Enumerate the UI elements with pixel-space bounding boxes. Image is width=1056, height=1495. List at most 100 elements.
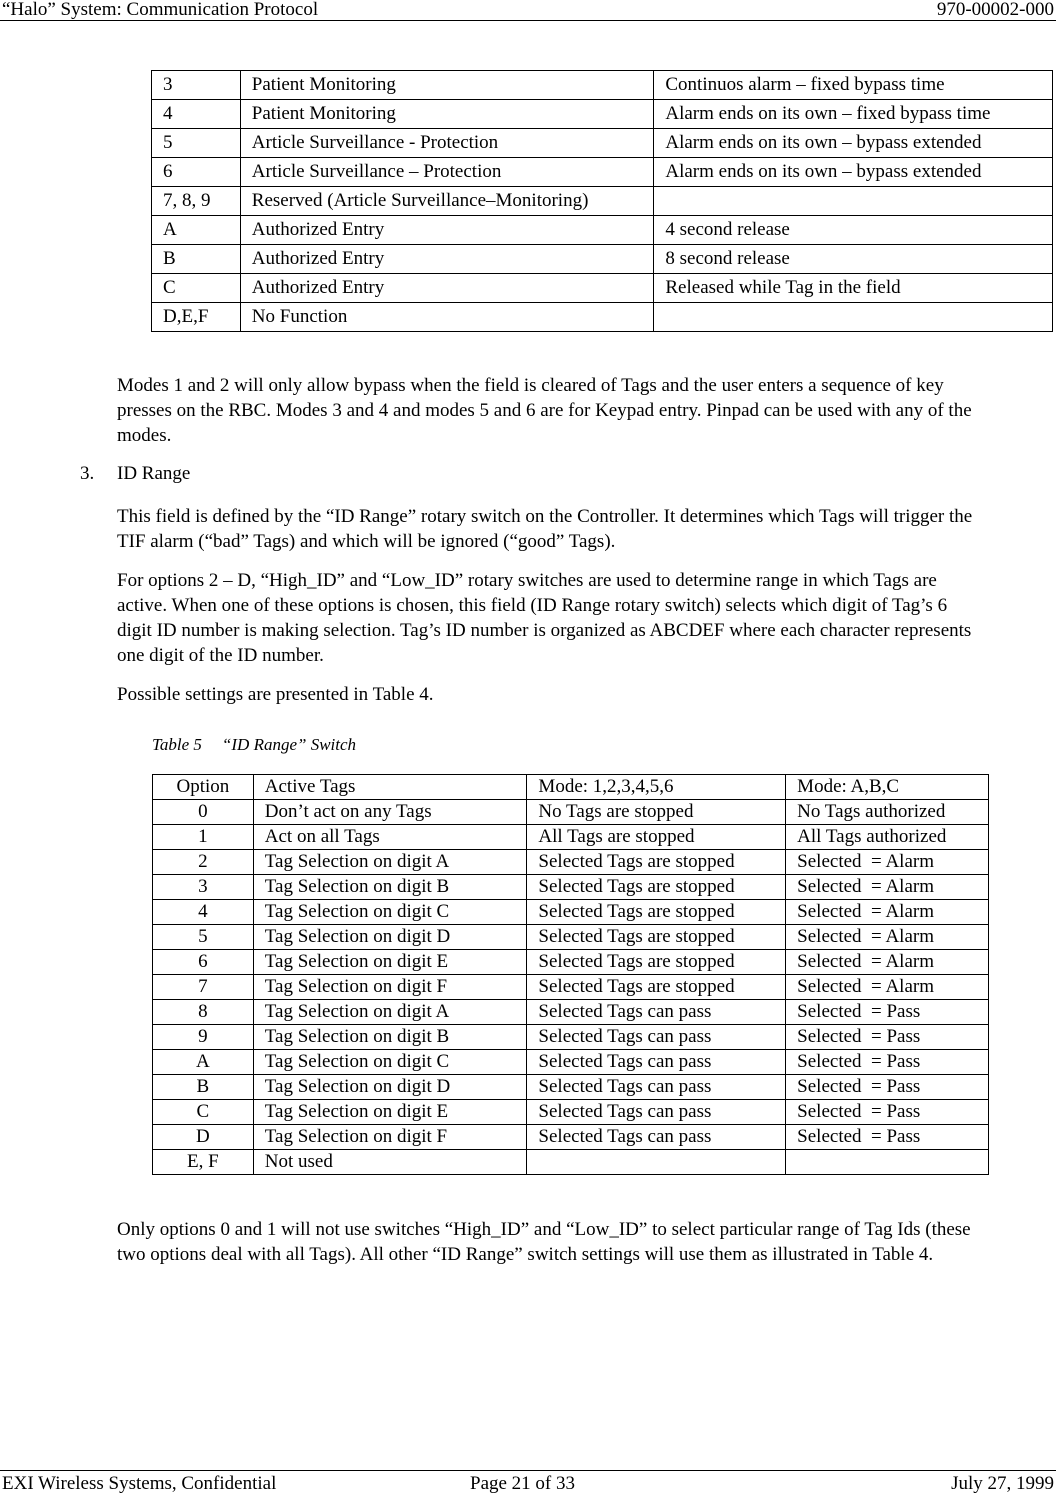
mode-alpha-cell: Selected = Pass — [785, 1024, 989, 1050]
table-row: 5 Tag Selection on digit D Selected Tags a… — [152, 924, 989, 950]
mode-description-cell: 4 second release — [653, 215, 1053, 245]
mode-numeric-cell: Selected Tags are stopped — [526, 924, 787, 950]
mode-alpha-cell: Selected = Pass — [785, 1099, 989, 1125]
active-tags-cell: Tag Selection on digit E — [252, 949, 528, 975]
footer-date: July 27, 1999 — [951, 1473, 1054, 1494]
mode-code-cell: 4 — [151, 99, 241, 129]
active-tags-cell: Not used — [252, 1149, 528, 1175]
mode-numeric-cell: Selected Tags are stopped — [526, 874, 787, 900]
header-title: “Halo” System: Communication Protocol — [2, 0, 319, 20]
table-header-row: Option Active Tags Mode: 1,2,3,4,5,6 Mod… — [152, 774, 989, 800]
mode-code-cell: C — [151, 273, 241, 303]
mode-alpha-cell: All Tags authorized — [785, 824, 989, 850]
table-row: D,E,F No Function — [151, 302, 1053, 332]
mode-function-cell: Patient Monitoring — [239, 70, 655, 100]
mode-function-cell: No Function — [239, 302, 655, 332]
mode-alpha-cell: Selected = Alarm — [785, 899, 989, 925]
mode-description-cell: Alarm ends on its own – bypass extended — [653, 128, 1053, 158]
option-cell: 6 — [152, 949, 254, 975]
mode-description-cell: Released while Tag in the field — [653, 273, 1053, 303]
active-tags-cell: Tag Selection on digit E — [252, 1099, 528, 1125]
table-row: 8 Tag Selection on digit A Selected Tags c… — [152, 999, 989, 1025]
mode-code-cell: 7, 8, 9 — [151, 186, 241, 216]
mode-alpha-cell: Selected = Alarm — [785, 974, 989, 1000]
header-active-tags: Active Tags — [252, 774, 528, 800]
option-cell: 3 — [152, 874, 254, 900]
active-tags-cell: Tag Selection on digit D — [252, 1074, 528, 1100]
active-tags-cell: Tag Selection on digit C — [252, 1049, 528, 1075]
table-caption-label: Table 5 — [152, 735, 202, 754]
table-caption: Table 5 “ID Range” Switch — [152, 735, 356, 755]
mode-function-cell: Authorized Entry — [239, 215, 655, 245]
option-cell: 7 — [152, 974, 254, 1000]
table-row: 3 Patient Monitoring Continuos alarm – fix… — [151, 70, 1053, 100]
mode-numeric-cell: Selected Tags can pass — [526, 1049, 787, 1075]
mode-code-cell: 3 — [151, 70, 241, 100]
mode-alpha-cell — [785, 1149, 989, 1175]
footer-company: EXI Wireless Systems, Confidential — [2, 1473, 277, 1494]
closing-note-paragraph: Only options 0 and 1 will not use switch… — [117, 1219, 971, 1265]
table-row: 3 Tag Selection on digit B Selected Tags a… — [152, 874, 989, 900]
mode-code-cell: 6 — [151, 157, 241, 187]
mode-numeric-cell: Selected Tags can pass — [526, 1124, 787, 1150]
table-caption-title: “ID Range” Switch — [221, 735, 357, 754]
active-tags-cell: Tag Selection on digit A — [252, 849, 528, 875]
table-row: 0 Don’t act on any Tags No Tags are stoppe… — [152, 799, 989, 825]
id-range-intro-paragraph: This field is defined by the “ID Range” … — [117, 506, 973, 552]
mode-alpha-cell: Selected = Alarm — [785, 849, 989, 875]
modes-note-paragraph: Modes 1 and 2 will only allow bypass whe… — [117, 375, 972, 446]
table-row: E, F Not used — [152, 1149, 989, 1175]
header-divider — [0, 20, 1056, 21]
mode-alpha-cell: Selected = Pass — [785, 1049, 989, 1075]
active-tags-cell: Don’t act on any Tags — [252, 799, 528, 825]
mode-numeric-cell: Selected Tags are stopped — [526, 949, 787, 975]
table-row: C Authorized Entry Released while Tag in t… — [151, 273, 1053, 303]
option-cell: 8 — [152, 999, 254, 1025]
option-cell: 4 — [152, 899, 254, 925]
active-tags-cell: Tag Selection on digit B — [252, 874, 528, 900]
table-row: 4 Tag Selection on digit C Selected Tags a… — [152, 899, 989, 925]
table-row: D Tag Selection on digit F Selected Tags c… — [152, 1124, 989, 1150]
mode-numeric-cell — [526, 1149, 787, 1175]
table-row: 5 Article Surveillance - Protection Alarm … — [151, 128, 1053, 158]
option-cell: C — [152, 1099, 254, 1125]
mode-description-cell — [653, 302, 1053, 332]
mode-numeric-cell: Selected Tags can pass — [526, 1024, 787, 1050]
option-cell: 5 — [152, 924, 254, 950]
mode-alpha-cell: Selected = Pass — [785, 1124, 989, 1150]
mode-numeric-cell: All Tags are stopped — [526, 824, 787, 850]
section-title: ID Range — [117, 463, 191, 484]
mode-code-cell: B — [151, 244, 241, 274]
mode-code-cell: A — [151, 215, 241, 245]
mode-alpha-cell: Selected = Alarm — [785, 924, 989, 950]
option-cell: 1 — [152, 824, 254, 850]
possible-settings-paragraph: Possible settings are presented in Table… — [117, 684, 434, 705]
footer-divider — [0, 1470, 1056, 1471]
mode-function-cell: Article Surveillance – Protection — [239, 157, 655, 187]
mode-function-cell: Article Surveillance - Protection — [239, 128, 655, 158]
table-row: 4 Patient Monitoring Alarm ends on its own… — [151, 99, 1053, 129]
id-range-table-body: 0 Don’t act on any Tags No Tags are stoppe… — [152, 799, 989, 1175]
table-row: B Authorized Entry 8 second release — [151, 244, 1053, 274]
mode-function-cell: Reserved (Article Surveillance–Monitorin… — [239, 186, 655, 216]
active-tags-cell: Act on all Tags — [252, 824, 528, 850]
table-row: 2 Tag Selection on digit A Selected Tags a… — [152, 849, 989, 875]
option-cell: B — [152, 1074, 254, 1100]
section-number: 3. — [80, 463, 95, 484]
document-number: 970-00002-000 — [936, 0, 1054, 20]
option-cell: 0 — [152, 799, 254, 825]
option-cell: A — [152, 1049, 254, 1075]
active-tags-cell: Tag Selection on digit B — [252, 1024, 528, 1050]
mode-numeric-cell: Selected Tags are stopped — [526, 974, 787, 1000]
table-row: A Tag Selection on digit C Selected Tags c… — [152, 1049, 989, 1075]
active-tags-cell: Tag Selection on digit D — [252, 924, 528, 950]
option-cell: D — [152, 1124, 254, 1150]
option-cell: E, F — [152, 1149, 254, 1175]
header-mode-numeric: Mode: 1,2,3,4,5,6 — [526, 774, 787, 800]
active-tags-cell: Tag Selection on digit F — [252, 1124, 528, 1150]
mode-description-cell: 8 second release — [653, 244, 1053, 274]
mode-table-body: 3 Patient Monitoring Continuos alarm – fix… — [151, 70, 1053, 332]
active-tags-cell: Tag Selection on digit A — [252, 999, 528, 1025]
mode-numeric-cell: Selected Tags are stopped — [526, 899, 787, 925]
header-mode-alpha: Mode: A,B,C — [785, 774, 989, 800]
